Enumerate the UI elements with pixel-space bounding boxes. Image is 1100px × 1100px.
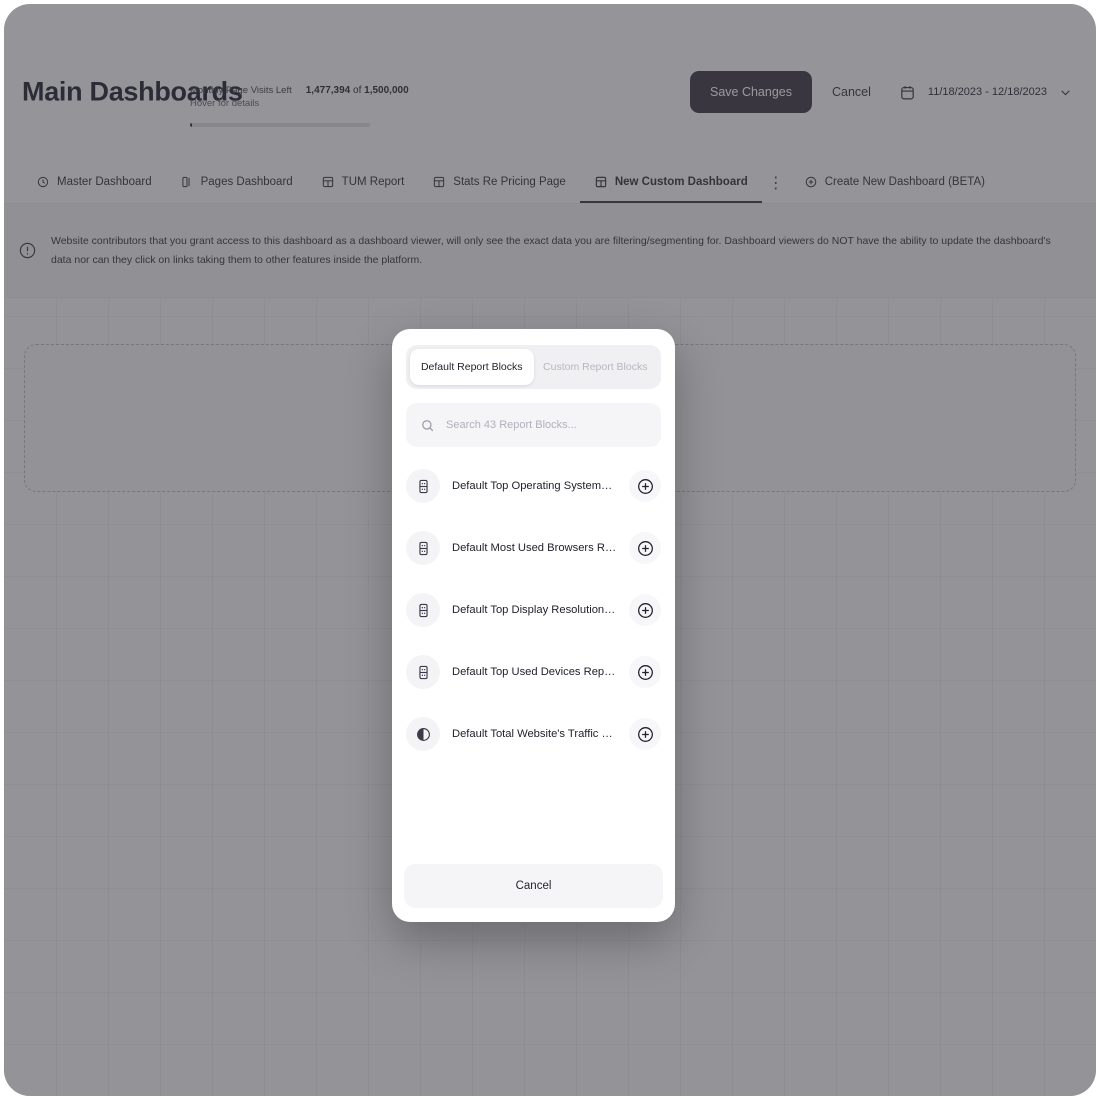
report-block-list[interactable]: Default Top Operating Systems Report B..…	[392, 447, 675, 854]
add-report-block-button[interactable]	[629, 656, 661, 688]
table-block-icon	[406, 469, 440, 503]
report-block-item[interactable]: Default Top Used Devices Report Block	[404, 641, 663, 703]
table-block-icon	[406, 655, 440, 689]
add-report-block-button[interactable]	[629, 470, 661, 502]
table-block-icon	[406, 531, 440, 565]
search-row[interactable]	[406, 403, 661, 447]
tab-custom-report-blocks[interactable]: Custom Report Blocks	[534, 349, 658, 385]
report-block-label: Default Top Operating Systems Report B..…	[452, 480, 617, 492]
pie-chart-icon	[406, 717, 440, 751]
add-report-block-button[interactable]	[629, 594, 661, 626]
add-report-block-button[interactable]	[629, 532, 661, 564]
search-icon	[420, 418, 435, 433]
search-input[interactable]	[446, 419, 647, 431]
modal-tab-group: Default Report Blocks Custom Report Bloc…	[406, 345, 661, 389]
modal-footer: Cancel	[392, 854, 675, 922]
report-block-label: Default Top Used Devices Report Block	[452, 666, 617, 678]
modal-cancel-button[interactable]: Cancel	[404, 864, 663, 908]
report-block-item[interactable]: Default Most Used Browsers Report Block	[404, 517, 663, 579]
report-block-label: Default Most Used Browsers Report Block	[452, 542, 617, 554]
report-block-label: Default Top Display Resolutions Report B…	[452, 604, 617, 616]
report-block-item[interactable]: Default Top Display Resolutions Report B…	[404, 579, 663, 641]
add-report-block-button[interactable]	[629, 718, 661, 750]
tab-default-report-blocks[interactable]: Default Report Blocks	[410, 349, 534, 385]
report-block-item[interactable]: Default Top Operating Systems Report B..…	[404, 455, 663, 517]
report-block-label: Default Total Website's Traffic By Visit…	[452, 728, 617, 740]
app-window: Main Dashboards Monthly Page Visits Left…	[4, 4, 1096, 1096]
table-block-icon	[406, 593, 440, 627]
report-block-item[interactable]: Default Total Website's Traffic By Visit…	[404, 703, 663, 765]
report-blocks-modal: Default Report Blocks Custom Report Bloc…	[392, 329, 675, 922]
